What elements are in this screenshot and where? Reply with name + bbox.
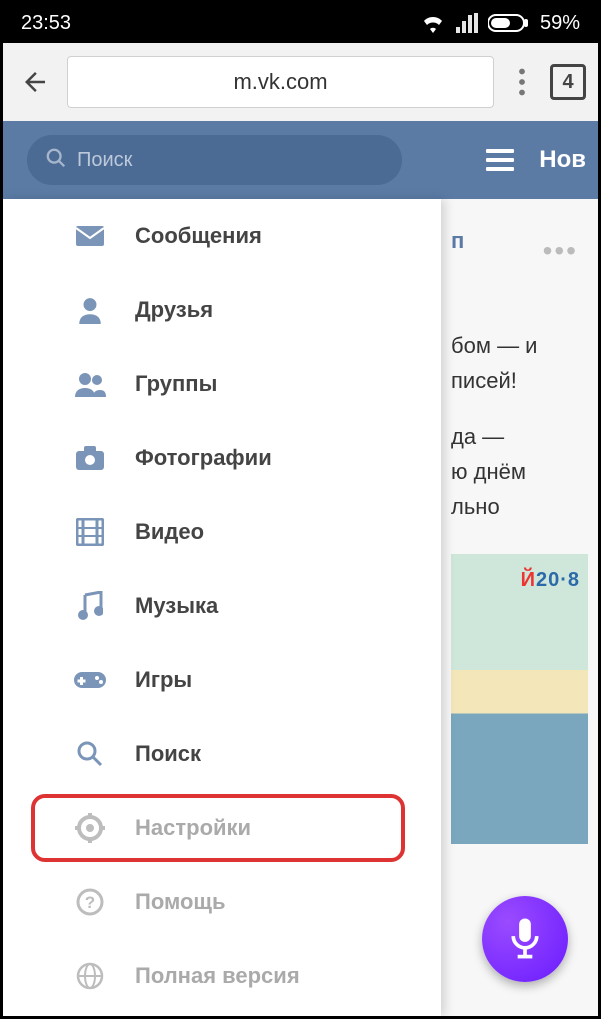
menu-item-friends[interactable]: Друзья [3,273,441,347]
wifi-icon [420,13,446,33]
help-icon: ? [73,888,107,916]
search-icon [45,147,67,174]
menu-label: Помощь [135,889,225,915]
voice-search-button[interactable] [482,896,568,982]
menu-label: Друзья [135,297,213,323]
banner-text: Й20·8 [521,564,580,596]
svg-text:?: ? [85,893,95,912]
battery-icon [488,13,530,33]
gamepad-icon [73,669,107,691]
user-icon [73,296,107,324]
menu-search-icon [73,740,107,768]
menu-label: Полная версия [135,963,300,989]
post-more-button[interactable]: ••• [543,229,578,274]
signal-icon [456,13,478,33]
battery-percent: 59% [540,12,580,35]
status-time: 23:53 [21,12,71,35]
tabs-button[interactable]: 4 [550,64,586,100]
url-bar[interactable]: m.vk.com [67,56,494,108]
microphone-icon [507,917,543,961]
menu-label: Сообщения [135,223,262,249]
camera-icon [73,445,107,471]
menu-item-photos[interactable]: Фотографии [3,421,441,495]
menu-label: Настройки [135,815,251,841]
browser-back-button[interactable] [15,67,55,97]
post-image[interactable]: Й20·8 [451,554,588,844]
browser-chrome: m.vk.com 4 [3,43,598,121]
menu-toggle-button[interactable] [486,144,514,176]
menu-item-search[interactable]: Поиск [3,717,441,791]
mail-icon [73,225,107,247]
search-placeholder: Поиск [77,149,132,172]
menu-item-games[interactable]: Игры [3,643,441,717]
gear-icon [73,813,107,843]
post-text: бом — и писей! да — ю днём льно [451,328,588,524]
status-right: 59% [420,12,580,35]
menu-item-full-version[interactable]: Полная версия [3,939,441,1013]
menu-item-messages[interactable]: Сообщения [3,199,441,273]
menu-item-logout[interactable]: Выход [3,1013,441,1019]
menu-label: Фотографии [135,445,272,471]
post-author-fragment: п [451,228,464,253]
menu-label: Видео [135,519,204,545]
menu-item-settings[interactable]: Настройки [3,791,441,865]
menu-label: Игры [135,667,192,693]
menu-label: Поиск [135,741,201,767]
menu-label: Группы [135,371,217,397]
browser-menu-button[interactable] [506,68,538,96]
menu-item-groups[interactable]: Группы [3,347,441,421]
side-menu: Сообщения Друзья Группы Фотографии Видео [3,199,441,1016]
globe-icon [73,962,107,990]
menu-label: Музыка [135,593,218,619]
menu-item-video[interactable]: Видео [3,495,441,569]
users-icon [73,371,107,397]
music-icon [73,591,107,621]
status-bar: 23:53 59% [3,3,598,43]
film-icon [73,518,107,546]
menu-item-music[interactable]: Музыка [3,569,441,643]
page-title: Нов [539,146,586,174]
tab-count: 4 [562,71,573,94]
device-frame: 23:53 59% m.vk.com 4 [0,0,601,1019]
vk-header: Поиск Нов [3,121,598,199]
search-input[interactable]: Поиск [27,135,402,185]
menu-item-help[interactable]: ? Помощь [3,865,441,939]
feed-content: п ••• бом — и писей! да — ю днём льно Й2… [441,199,598,1016]
url-text: m.vk.com [233,69,327,95]
